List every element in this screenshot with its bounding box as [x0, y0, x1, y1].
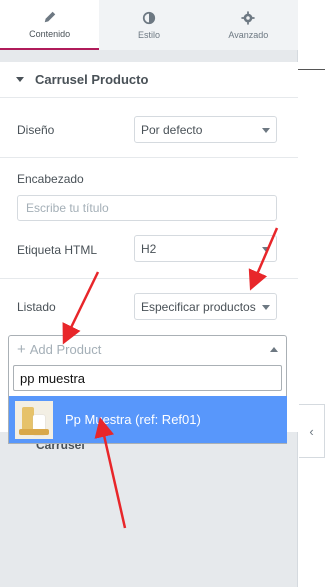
chevron-left-icon: ‹ [309, 423, 314, 439]
add-product-placeholder: Add Product [29, 341, 102, 357]
section-title: Carrusel Producto [35, 72, 149, 87]
section-toggle[interactable]: Carrusel Producto [0, 62, 298, 98]
chevron-up-icon [270, 347, 278, 352]
product-search-value: pp muestra [20, 370, 86, 386]
etiqueta-value: H2 [141, 241, 157, 256]
plus-icon: + [17, 340, 26, 358]
etiqueta-select[interactable]: H2 [134, 235, 277, 262]
tab-label: Avanzado [228, 29, 269, 40]
add-product-select[interactable]: + Add Product [8, 335, 287, 362]
collapse-panel-button[interactable]: ‹ [299, 404, 325, 458]
listado-value: Especificar productos [141, 299, 256, 314]
encabezado-label: Encabezado [17, 172, 84, 186]
product-result-option[interactable]: Pp Muestra (ref: Ref01) [9, 396, 287, 443]
divider [0, 157, 298, 158]
diseno-label: Diseño [17, 123, 55, 137]
divider [0, 278, 298, 279]
product-search-input[interactable]: pp muestra [13, 365, 282, 391]
editor-canvas [298, 0, 325, 587]
diseno-value: Por defecto [141, 122, 203, 137]
diseno-select[interactable]: Por defecto [134, 116, 277, 143]
product-thumbnail [15, 400, 53, 439]
listado-label: Listado [17, 300, 56, 314]
product-dropdown: pp muestra Pp Muestra (ref: Ref01) [8, 362, 287, 444]
listado-select[interactable]: Especificar productos [134, 293, 277, 320]
canvas-divider [298, 69, 325, 70]
encabezado-placeholder: Escribe tu título [26, 201, 109, 215]
etiqueta-label: Etiqueta HTML [17, 243, 98, 257]
chevron-down-icon [262, 305, 270, 310]
caret-down-icon [16, 77, 24, 82]
panel-tabs: Contenido Estilo Avanzado [0, 0, 298, 50]
half-circle-icon [142, 11, 156, 24]
tab-label: Estilo [137, 29, 160, 40]
tab-label: Contenido [29, 28, 71, 39]
tab-avanzado[interactable]: Avanzado [198, 0, 298, 50]
encabezado-input[interactable]: Escribe tu título [17, 195, 277, 221]
tab-contenido[interactable]: Contenido [0, 0, 100, 50]
pencil-icon [44, 11, 55, 22]
chevron-down-icon [262, 247, 270, 252]
product-result-label: Pp Muestra (ref: Ref01) [65, 412, 201, 427]
chevron-down-icon [262, 128, 270, 133]
gear-icon [241, 10, 255, 25]
tab-estilo[interactable]: Estilo [99, 0, 199, 50]
